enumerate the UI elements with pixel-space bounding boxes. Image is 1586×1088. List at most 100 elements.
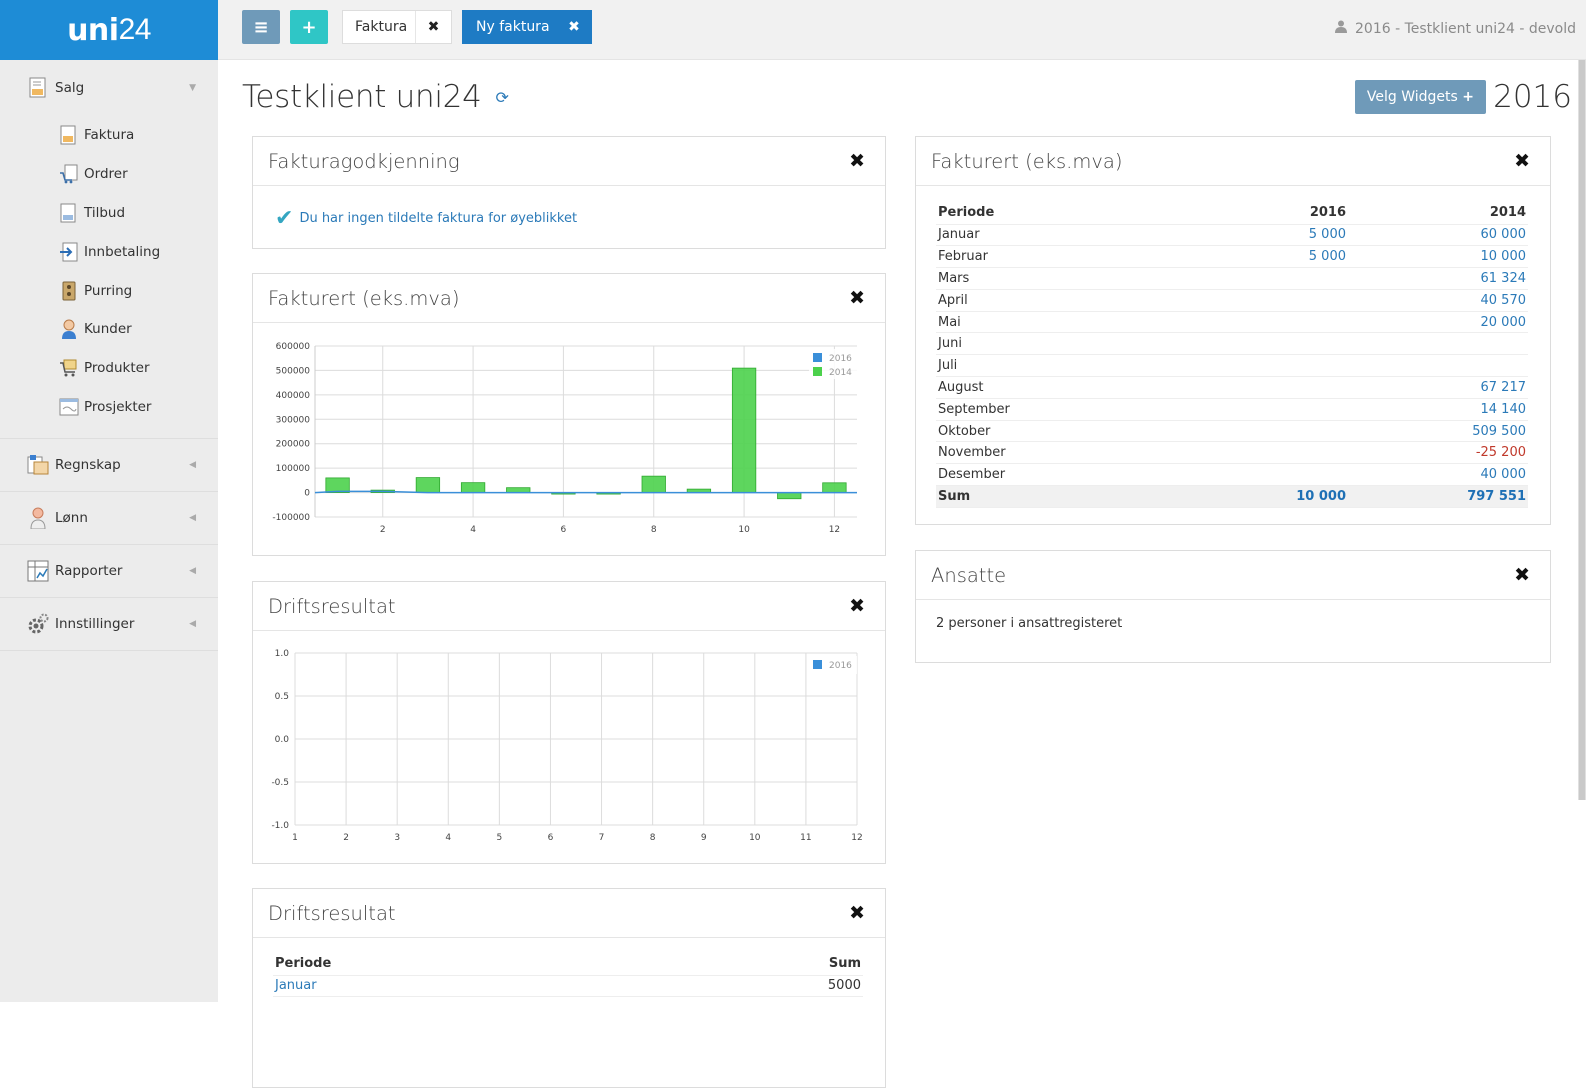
value-2016-cell[interactable]: [1188, 311, 1348, 333]
value-2016-cell[interactable]: [1188, 333, 1348, 355]
sidebar-item-purring[interactable]: Purring: [0, 271, 218, 310]
value-2016-cell[interactable]: [1188, 377, 1348, 399]
close-widget-icon[interactable]: ✖: [849, 595, 865, 617]
value-2014-cell[interactable]: 10 000: [1348, 246, 1528, 268]
x-tick-label: 1: [292, 833, 298, 843]
sum-2014-cell[interactable]: 797 551: [1348, 486, 1528, 508]
sidebar-item-prosjekter[interactable]: Prosjekter: [0, 388, 218, 427]
table-header-row: Periode 2016 2014: [936, 202, 1528, 224]
close-tab-icon[interactable]: ✖: [556, 19, 592, 35]
customer-icon: [58, 318, 80, 340]
column-header: 2014: [1348, 202, 1528, 224]
value-2016-cell[interactable]: [1188, 398, 1348, 420]
sidebar-item-faktura[interactable]: Faktura: [0, 116, 218, 155]
bar-2014: [823, 483, 846, 493]
widget-header: Fakturert (eks.mva) ✖: [253, 274, 885, 323]
value-2014-cell[interactable]: 40 570: [1348, 289, 1528, 311]
value-2014-cell[interactable]: [1348, 355, 1528, 377]
sidebar-item-ordrer[interactable]: Ordrer: [0, 155, 218, 194]
approval-message-text[interactable]: Du har ingen tildelte faktura for øyebli…: [299, 211, 577, 226]
checkmark-icon: ✔: [275, 206, 293, 231]
sidebar-item-innbetaling[interactable]: Innbetaling: [0, 232, 218, 271]
add-button[interactable]: +: [290, 10, 328, 44]
sidebar: uni24 Salg ▼ FakturaOrdrer Tilbud Innbetal…: [0, 0, 218, 1002]
tab-label: Faktura: [343, 19, 415, 35]
table-row: Juli: [936, 355, 1528, 377]
value-2014-cell[interactable]: 509 500: [1348, 420, 1528, 442]
x-tick-label: 6: [561, 525, 567, 535]
velg-widgets-button[interactable]: Velg Widgets +: [1355, 80, 1486, 114]
value-2016-cell[interactable]: 5 000: [1188, 224, 1348, 246]
scrollbar[interactable]: [1578, 60, 1586, 800]
period-cell: Juli: [936, 355, 1188, 377]
sidebar-item-tilbud[interactable]: Tilbud: [0, 194, 218, 233]
sidebar-item-regnskap[interactable]: Regnskap◀: [0, 439, 218, 491]
sidebar-item-label: Produkter: [84, 360, 150, 376]
legend-swatch-2016: [813, 353, 822, 362]
sidebar-item-rapporter[interactable]: Rapporter◀: [0, 545, 218, 597]
value-2016-cell[interactable]: [1188, 464, 1348, 486]
user-info[interactable]: 2016 - Testklient uni24 - devold: [1335, 20, 1576, 37]
bar-2014: [642, 476, 665, 492]
sidebar-section-lønn: Lønn◀: [0, 492, 218, 545]
value-2014-cell[interactable]: 60 000: [1348, 224, 1528, 246]
value-2014-cell[interactable]: -25 200: [1348, 442, 1528, 464]
period-cell: April: [936, 289, 1188, 311]
close-tab-icon[interactable]: ✖: [415, 11, 451, 43]
value-2014-cell[interactable]: [1348, 333, 1528, 355]
value-2016-cell[interactable]: 5 000: [1188, 246, 1348, 268]
sidebar-item-label: Tilbud: [84, 205, 125, 221]
tab-faktura[interactable]: Faktura ✖: [342, 10, 452, 44]
sidebar-item-produkter[interactable]: Produkter: [0, 349, 218, 388]
period-cell: Mai: [936, 311, 1188, 333]
plus-icon: +: [301, 17, 316, 38]
widget-driftsresultat-chart: Driftsresultat ✖ 1.00.50.0-0.5-1.0123456…: [252, 581, 886, 864]
sidebar-item-lønn[interactable]: Lønn◀: [0, 492, 218, 544]
value-2014-cell[interactable]: 40 000: [1348, 464, 1528, 486]
close-widget-icon[interactable]: ✖: [849, 150, 865, 172]
table-row: Mai 20 000: [936, 311, 1528, 333]
main-content: Testklient uni24 ⟳ Velg Widgets + 2 0 1 6 F…: [218, 61, 1586, 1002]
page-title: Testklient uni24 ⟳: [242, 79, 509, 115]
sidebar-section-rapporter: Rapporter◀: [0, 545, 218, 598]
period-cell: Mars: [936, 268, 1188, 290]
value-2016-cell[interactable]: [1188, 355, 1348, 377]
value-2014-cell[interactable]: 20 000: [1348, 311, 1528, 333]
sum-2016-cell[interactable]: 10 000: [1188, 486, 1348, 508]
table-row: Mars 61 324: [936, 268, 1528, 290]
widget-header: Fakturagodkjenning ✖: [253, 137, 885, 186]
value-2016-cell[interactable]: [1188, 442, 1348, 464]
sidebar-item-kunder[interactable]: Kunder: [0, 310, 218, 349]
period-link[interactable]: Januar: [273, 975, 638, 997]
employees-text: 2 personer i ansattregisteret: [916, 600, 1550, 631]
tab-ny-faktura[interactable]: Ny faktura ✖: [462, 10, 592, 44]
value-2014-cell[interactable]: 14 140: [1348, 398, 1528, 420]
close-widget-icon[interactable]: ✖: [849, 287, 865, 309]
legend-label: 2014: [829, 368, 852, 378]
sidebar-item-salg[interactable]: Salg ▼: [0, 60, 218, 116]
widget-ansatte: Ansatte ✖ 2 personer i ansattregisteret: [915, 550, 1551, 663]
bar-2014: [326, 478, 349, 493]
table-row: Oktober509 500: [936, 420, 1528, 442]
x-tick-label: 2: [380, 525, 386, 535]
sidebar-item-innstillinger[interactable]: Innstillinger◀: [0, 598, 218, 650]
line-2016: [315, 491, 857, 492]
value-2016-cell[interactable]: [1188, 268, 1348, 290]
close-widget-icon[interactable]: ✖: [1514, 564, 1530, 586]
velg-widgets-label: Velg Widgets: [1367, 89, 1458, 105]
value-2014-cell[interactable]: 67 217: [1348, 377, 1528, 399]
period-cell: November: [936, 442, 1188, 464]
refresh-icon[interactable]: ⟳: [496, 88, 509, 107]
reminder-icon: [58, 280, 80, 302]
value-2014-cell[interactable]: 61 324: [1348, 268, 1528, 290]
y-tick-label: 0.5: [275, 692, 289, 702]
y-tick-label: 0: [304, 489, 310, 499]
scrollbar-thumb[interactable]: [1579, 60, 1585, 800]
menu-button[interactable]: ≡: [242, 10, 280, 44]
app-logo[interactable]: uni24: [0, 0, 218, 60]
close-widget-icon[interactable]: ✖: [1514, 150, 1530, 172]
chevron-left-icon: ◀: [189, 460, 196, 470]
value-2016-cell[interactable]: [1188, 420, 1348, 442]
value-2016-cell[interactable]: [1188, 289, 1348, 311]
close-widget-icon[interactable]: ✖: [849, 902, 865, 924]
